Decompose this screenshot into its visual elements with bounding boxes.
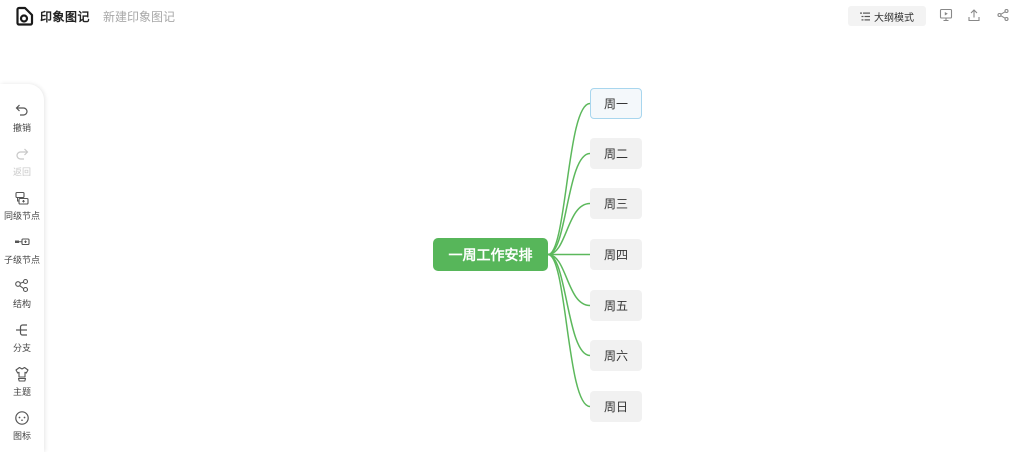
child-topic-fri[interactable]: 周五: [590, 290, 642, 321]
sibling-node-button[interactable]: 同级节点: [0, 190, 44, 230]
present-button[interactable]: [939, 8, 953, 22]
child-topic-sat[interactable]: 周六: [590, 340, 642, 371]
branch-label: 分支: [12, 344, 31, 354]
redo-icon: [16, 148, 29, 160]
child-node-button[interactable]: 子级节点: [0, 234, 44, 274]
structure-button[interactable]: 结构: [0, 278, 44, 318]
logo-text: 印象图记: [40, 9, 91, 24]
branch-lines: [547, 102, 591, 408]
child-topic-thu[interactable]: 周四: [590, 239, 642, 270]
share-button[interactable]: [996, 8, 1010, 22]
branch-icon: [16, 324, 27, 336]
outline-mode-button[interactable]: 大纲模式: [848, 6, 926, 26]
branch-line-5: [547, 253, 591, 357]
redo-label: 返回: [12, 168, 31, 178]
export-button[interactable]: [967, 8, 981, 22]
child-node-label: 子级节点: [3, 256, 40, 266]
child-topic-wed[interactable]: 周三: [590, 188, 642, 219]
emoji-label: 图标: [12, 432, 31, 442]
sibling-node-icon: [15, 191, 29, 205]
undo-button[interactable]: 撤销: [0, 102, 44, 142]
structure-icon: [15, 278, 29, 293]
structure-label: 结构: [12, 300, 31, 310]
emoji-icon: [15, 411, 29, 425]
left-toolbar: 撤销 返回 同级节点 子级节点 结构 分支 主题 图标: [0, 84, 44, 452]
header-bar: 印象图记 新建印象图记 大纲模式: [0, 0, 1024, 32]
sibling-node-label: 同级节点: [3, 212, 40, 222]
theme-icon: [15, 366, 29, 382]
central-topic[interactable]: 一周工作安排: [433, 238, 548, 271]
branch-line-0: [547, 102, 591, 256]
document-title[interactable]: 新建印象图记: [103, 8, 175, 25]
export-icon: [968, 9, 980, 22]
logo-icon: [16, 6, 34, 26]
app-logo[interactable]: 印象图记: [15, 6, 90, 26]
child-topic-mon[interactable]: 周一: [590, 88, 642, 119]
child-node-icon: [15, 238, 30, 246]
branch-line-6: [547, 253, 591, 408]
emoji-button[interactable]: 图标: [0, 410, 44, 450]
redo-button[interactable]: 返回: [0, 146, 44, 186]
theme-button[interactable]: 主题: [0, 366, 44, 406]
undo-icon: [15, 104, 28, 116]
branch-line-2: [547, 202, 591, 256]
child-topic-tue[interactable]: 周二: [590, 138, 642, 169]
branch-button[interactable]: 分支: [0, 322, 44, 362]
outline-mode-label: 大纲模式: [874, 12, 914, 24]
share-icon: [997, 8, 1009, 22]
branch-line-1: [547, 152, 591, 256]
theme-label: 主题: [12, 388, 31, 398]
undo-label: 撤销: [12, 124, 31, 134]
branch-line-4: [547, 253, 591, 307]
outline-icon: [860, 12, 870, 20]
child-topic-sun[interactable]: 周日: [590, 391, 642, 422]
present-icon: [939, 8, 953, 22]
app-root: 印象图记 新建印象图记 大纲模式 撤销 返回 同级节点 子级节点 结构 分支 主…: [0, 0, 1024, 452]
